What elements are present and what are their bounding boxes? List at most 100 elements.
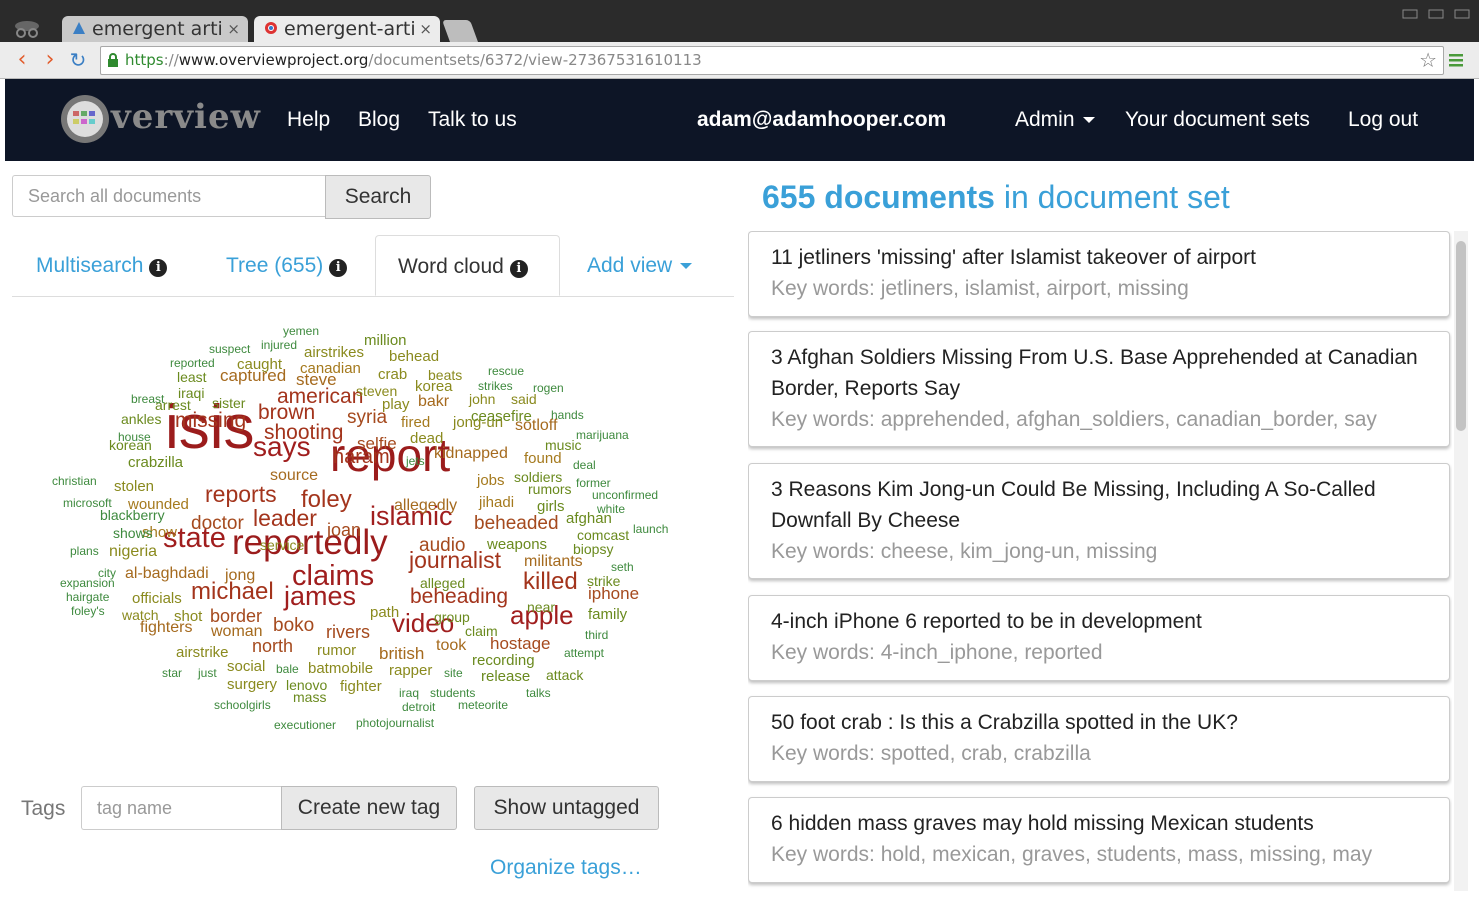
word-cloud-term[interactable]: weapons [487,537,547,552]
info-icon[interactable]: i [329,259,348,277]
word-cloud-term[interactable]: least [177,370,207,384]
word-cloud-term[interactable]: executioner [274,719,336,731]
word-cloud-term[interactable]: rumors [528,482,572,496]
word-cloud-term[interactable]: third [585,629,608,641]
nav-talk-to-us[interactable]: Talk to us [428,79,517,161]
search-button[interactable]: Search [325,175,431,219]
word-cloud-term[interactable]: marijuana [576,429,629,441]
scrollbar-thumb[interactable] [1456,241,1466,431]
word-cloud-term[interactable]: strike [587,574,620,588]
word-cloud-term[interactable]: launch [633,523,668,535]
word-cloud-term[interactable]: officials [132,591,182,606]
word-cloud-term[interactable]: audio [419,536,466,555]
document-card[interactable]: 11 jetliners 'missing' after Islamist ta… [748,231,1450,317]
word-cloud-term[interactable]: mass [293,690,326,704]
word-cloud-term[interactable]: microsoft [63,497,112,509]
word-cloud-term[interactable]: leader [253,506,317,530]
word-cloud-term[interactable]: airstrikes [304,345,364,360]
word-cloud-term[interactable]: iraq [399,687,419,699]
word-cloud-term[interactable]: shows [113,526,153,540]
tab-tree[interactable]: Tree (655) i [226,235,348,295]
word-cloud-term[interactable]: reports [205,482,277,506]
word-cloud-term[interactable]: injured [261,339,297,351]
word-cloud-term[interactable]: rivers [326,623,370,641]
tag-name-input[interactable] [81,786,281,830]
address-bar[interactable]: https://www.overviewproject.org/document… [100,46,1444,75]
nav-admin-dropdown[interactable]: Admin [1015,79,1095,161]
word-cloud-term[interactable]: steven [356,384,397,398]
word-cloud-term[interactable]: caught [237,357,282,372]
word-cloud-term[interactable]: found [524,451,562,466]
word-cloud-term[interactable]: surgery [227,677,277,692]
word-cloud-term[interactable]: airstrike [176,645,229,660]
word-cloud-term[interactable]: shooting [264,422,343,443]
organize-tags-link[interactable]: Organize tags… [490,856,642,880]
browser-tab-active[interactable]: emergent-arti × [254,16,440,42]
word-cloud-term[interactable]: alleged [420,576,465,590]
word-cloud-term[interactable]: meteorite [458,699,508,711]
word-cloud-term[interactable]: expansion [60,577,115,589]
bookmark-star-icon[interactable]: ☆ [1419,49,1437,71]
word-cloud-term[interactable]: korea [415,379,453,394]
create-new-tag-button[interactable]: Create new tag [281,786,457,830]
word-cloud-term[interactable]: behead [389,349,439,364]
word-cloud-term[interactable]: seth [611,561,634,573]
word-cloud-term[interactable]: allegedly [394,498,457,514]
nav-user-email[interactable]: adam@adamhooper.com [697,79,946,161]
word-cloud-term[interactable]: dead [410,431,443,446]
word-cloud-term[interactable]: boko [273,616,314,635]
word-cloud-term[interactable]: foley's [71,605,105,617]
word-cloud-term[interactable]: family [588,607,627,622]
word-cloud-term[interactable]: social [227,659,265,674]
word-cloud-term[interactable]: doctor [191,514,244,533]
word-cloud-term[interactable]: james [284,583,356,610]
word-cloud-term[interactable]: girls [537,499,565,514]
word-cloud-term[interactable]: bale [276,663,299,675]
browser-menu-icon[interactable] [1446,50,1466,70]
word-cloud-term[interactable]: crab [378,367,407,382]
word-cloud-term[interactable]: hostage [490,635,551,652]
word-cloud-term[interactable]: group [434,610,470,624]
new-tab-button[interactable] [441,20,479,42]
tab-multisearch[interactable]: Multisearch i [36,235,168,295]
document-card[interactable]: 3 Reasons Kim Jong-un Could Be Missing, … [748,463,1450,579]
word-cloud-term[interactable]: batmobile [308,661,373,676]
word-cloud-term[interactable]: rumor [317,643,356,658]
word-cloud-term[interactable]: fired [401,415,430,430]
word-cloud-term[interactable]: reported [170,357,215,369]
nav-blog[interactable]: Blog [358,79,400,161]
word-cloud-term[interactable]: source [270,468,318,484]
word-cloud-term[interactable]: beheaded [474,514,559,533]
word-cloud-term[interactable]: canadian [300,361,361,376]
word-cloud-term[interactable]: schoolgirls [214,699,271,711]
tab-close-icon[interactable]: × [419,16,432,42]
word-cloud-term[interactable]: rogen [533,382,564,394]
word-cloud-term[interactable]: american [277,386,363,407]
reload-icon[interactable]: ↻ [66,48,90,72]
word-cloud-term[interactable]: iraqi [178,386,204,400]
word-cloud-term[interactable]: watch [122,608,159,622]
word-cloud-term[interactable]: jihadi [479,495,514,510]
word-cloud-term[interactable]: recording [472,653,535,668]
word-cloud-term[interactable]: house [118,431,151,443]
word-cloud-term[interactable]: shot [174,609,202,624]
word-cloud-term[interactable]: crabzilla [128,455,183,470]
word-cloud-term[interactable]: selfie [357,435,397,452]
word-cloud-term[interactable]: stolen [114,479,154,494]
word-cloud-term[interactable]: near [527,600,555,614]
word-cloud-term[interactable]: claim [465,624,498,638]
word-cloud-term[interactable]: deal [573,459,596,471]
word-cloud-term[interactable]: breast [131,393,164,405]
word-cloud-term[interactable]: john [469,392,495,406]
word-cloud-term[interactable]: jong [225,568,255,584]
word-cloud-term[interactable]: white [597,503,625,515]
word-cloud-term[interactable]: ceasefire [471,409,532,424]
word-cloud-term[interactable]: path [370,605,399,620]
word-cloud-term[interactable]: million [364,333,407,348]
search-input[interactable] [12,175,326,217]
word-cloud-term[interactable]: unconfirmed [592,489,658,501]
word-cloud-term[interactable]: border [210,607,262,625]
word-cloud-term[interactable]: suspect [209,343,250,355]
word-cloud-term[interactable]: just [198,667,217,679]
word-cloud-term[interactable]: jobs [477,473,505,488]
